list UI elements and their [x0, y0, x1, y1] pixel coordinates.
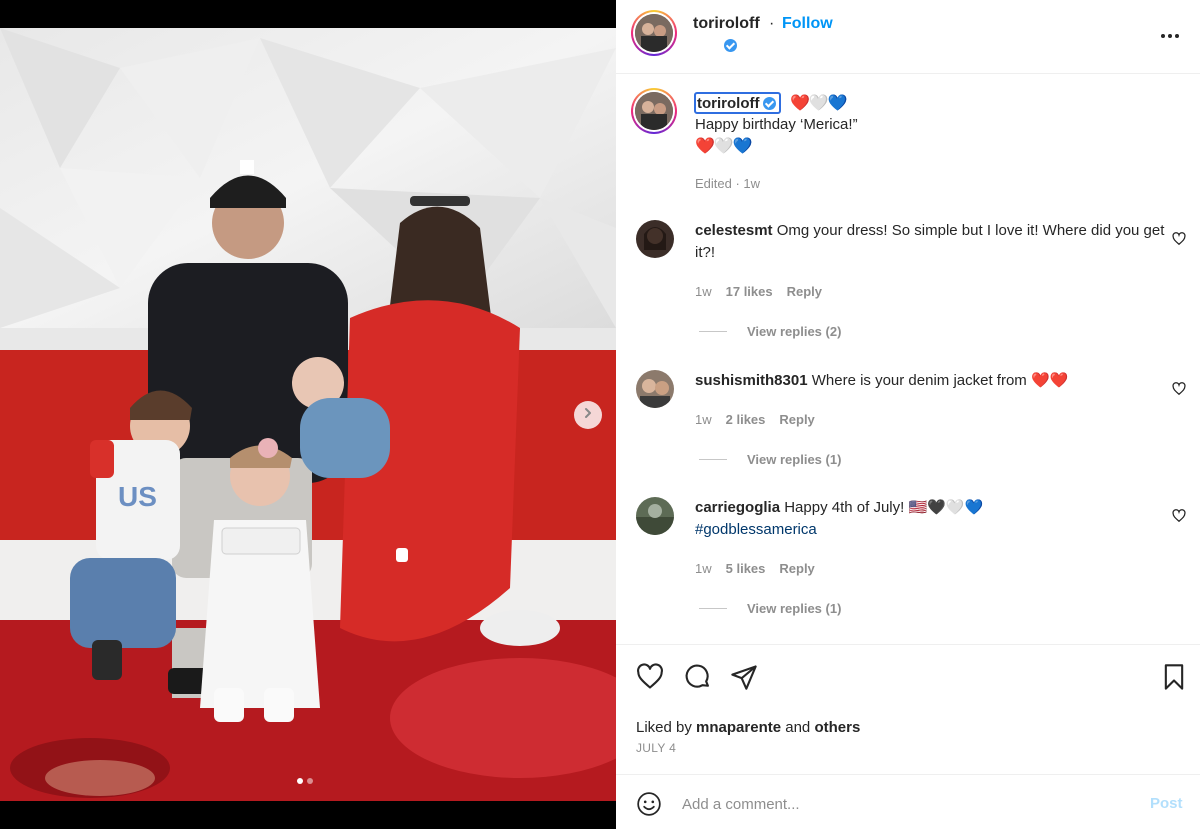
reply-button[interactable]: Reply [779, 412, 814, 427]
comment-meta: 1w 2 likes Reply [695, 412, 815, 427]
chevron-right-icon [582, 406, 594, 424]
replies-divider [699, 331, 727, 332]
like-comment-heart-icon[interactable] [1172, 509, 1186, 528]
comment-time[interactable]: 1w [695, 284, 712, 299]
comment-text: Happy 4th of July! [784, 499, 905, 516]
post-sidebar: toriroloff · Follow toriroloff ❤️🤍💙 Happ… [616, 0, 1200, 829]
caption-author-avatar[interactable] [631, 88, 677, 134]
comment-body: celestesmt Omg your dress! So simple but… [695, 220, 1165, 264]
like-comment-heart-icon[interactable] [1172, 232, 1186, 251]
reply-button[interactable]: Reply [779, 561, 814, 576]
author-username[interactable]: toriroloff [693, 15, 760, 33]
reply-button[interactable]: Reply [787, 284, 822, 299]
carousel-next-button[interactable] [574, 401, 602, 429]
comment-username[interactable]: celestesmt [695, 222, 773, 239]
post-media: US [0, 0, 616, 829]
comment-time[interactable]: 1w [695, 412, 712, 427]
caption-username[interactable]: toriroloff [697, 95, 759, 112]
comment-emoji: 🇺🇸🖤🤍💙 [908, 499, 984, 516]
view-replies-button[interactable]: View replies (1) [699, 452, 841, 467]
comment-likes[interactable]: 5 likes [726, 561, 766, 576]
comment-meta: 1w 17 likes Reply [695, 284, 822, 299]
commenter-avatar[interactable] [636, 497, 674, 535]
share-paper-plane-icon[interactable] [730, 663, 758, 696]
save-bookmark-icon[interactable] [1160, 663, 1188, 696]
emoji-smiley-icon[interactable] [636, 791, 662, 822]
comment-input[interactable] [682, 791, 1102, 817]
comment-likes[interactable]: 17 likes [726, 284, 773, 299]
comment-body: sushismith8301 Where is your denim jacke… [695, 370, 1165, 392]
comment-time[interactable]: 1w [695, 561, 712, 576]
comment-username[interactable]: carriegoglia [695, 499, 780, 516]
view-replies-button[interactable]: View replies (2) [699, 324, 841, 339]
liked-by-joiner: and [785, 719, 811, 736]
view-replies-label: View replies (1) [747, 452, 842, 467]
replies-divider [699, 459, 727, 460]
comment-emoji: ❤️❤️ [1030, 372, 1069, 389]
caption-emoji: ❤️🤍💙 [790, 95, 848, 112]
like-comment-heart-icon[interactable] [1172, 382, 1186, 401]
comment-likes[interactable]: 2 likes [726, 412, 766, 427]
comment-meta: 1w 5 likes Reply [695, 561, 815, 576]
liked-by: Liked by mnaparente and others [636, 719, 860, 736]
post-date[interactable]: JULY 4 [636, 741, 676, 755]
comment-composer: Post [616, 774, 1200, 829]
caption-username-box[interactable]: toriroloff [694, 92, 782, 114]
verified-badge-icon [724, 39, 737, 53]
verified-badge-icon [763, 96, 777, 110]
commenter-avatar[interactable] [636, 370, 674, 408]
follow-button[interactable]: Follow [782, 15, 833, 33]
hashtag-link[interactable]: #godblessamerica [695, 521, 817, 538]
comment-username[interactable]: sushismith8301 [695, 372, 808, 389]
comment-bubble-icon[interactable] [684, 663, 712, 696]
caption-meta: Edited · 1w [695, 176, 761, 191]
liked-by-user[interactable]: mnaparente [696, 719, 781, 736]
post-photo[interactable]: US [0, 28, 616, 801]
family-photo: US [0, 28, 616, 801]
caption-text: Happy birthday ‘Merica!” [695, 116, 858, 133]
liked-by-prefix: Liked by [636, 719, 692, 736]
comment-text: Where is your denim jacket from [811, 372, 1027, 389]
more-options-icon[interactable] [1158, 24, 1182, 53]
caption-emoji-line: ❤️🤍💙 [695, 138, 753, 155]
view-replies-label: View replies (2) [747, 324, 842, 339]
header-separator: · [769, 15, 775, 32]
comment-body: carriegoglia Happy 4th of July! 🇺🇸🖤🤍💙 #g… [695, 497, 1165, 541]
view-replies-button[interactable]: View replies (1) [699, 601, 841, 616]
commenter-avatar[interactable] [636, 220, 674, 258]
liked-by-others[interactable]: others [814, 719, 860, 736]
carousel-dot-active [297, 778, 303, 784]
post-actions: Liked by mnaparente and others JULY 4 [616, 644, 1200, 774]
author-avatar[interactable] [631, 10, 677, 56]
post-comment-button[interactable]: Post [1150, 795, 1183, 812]
like-heart-icon[interactable] [636, 663, 664, 696]
replies-divider [699, 608, 727, 609]
view-replies-label: View replies (1) [747, 601, 842, 616]
post-header: toriroloff · Follow [616, 0, 1200, 74]
carousel-indicator [297, 778, 313, 784]
carousel-dot [307, 778, 313, 784]
svg-text:US: US [118, 481, 157, 512]
